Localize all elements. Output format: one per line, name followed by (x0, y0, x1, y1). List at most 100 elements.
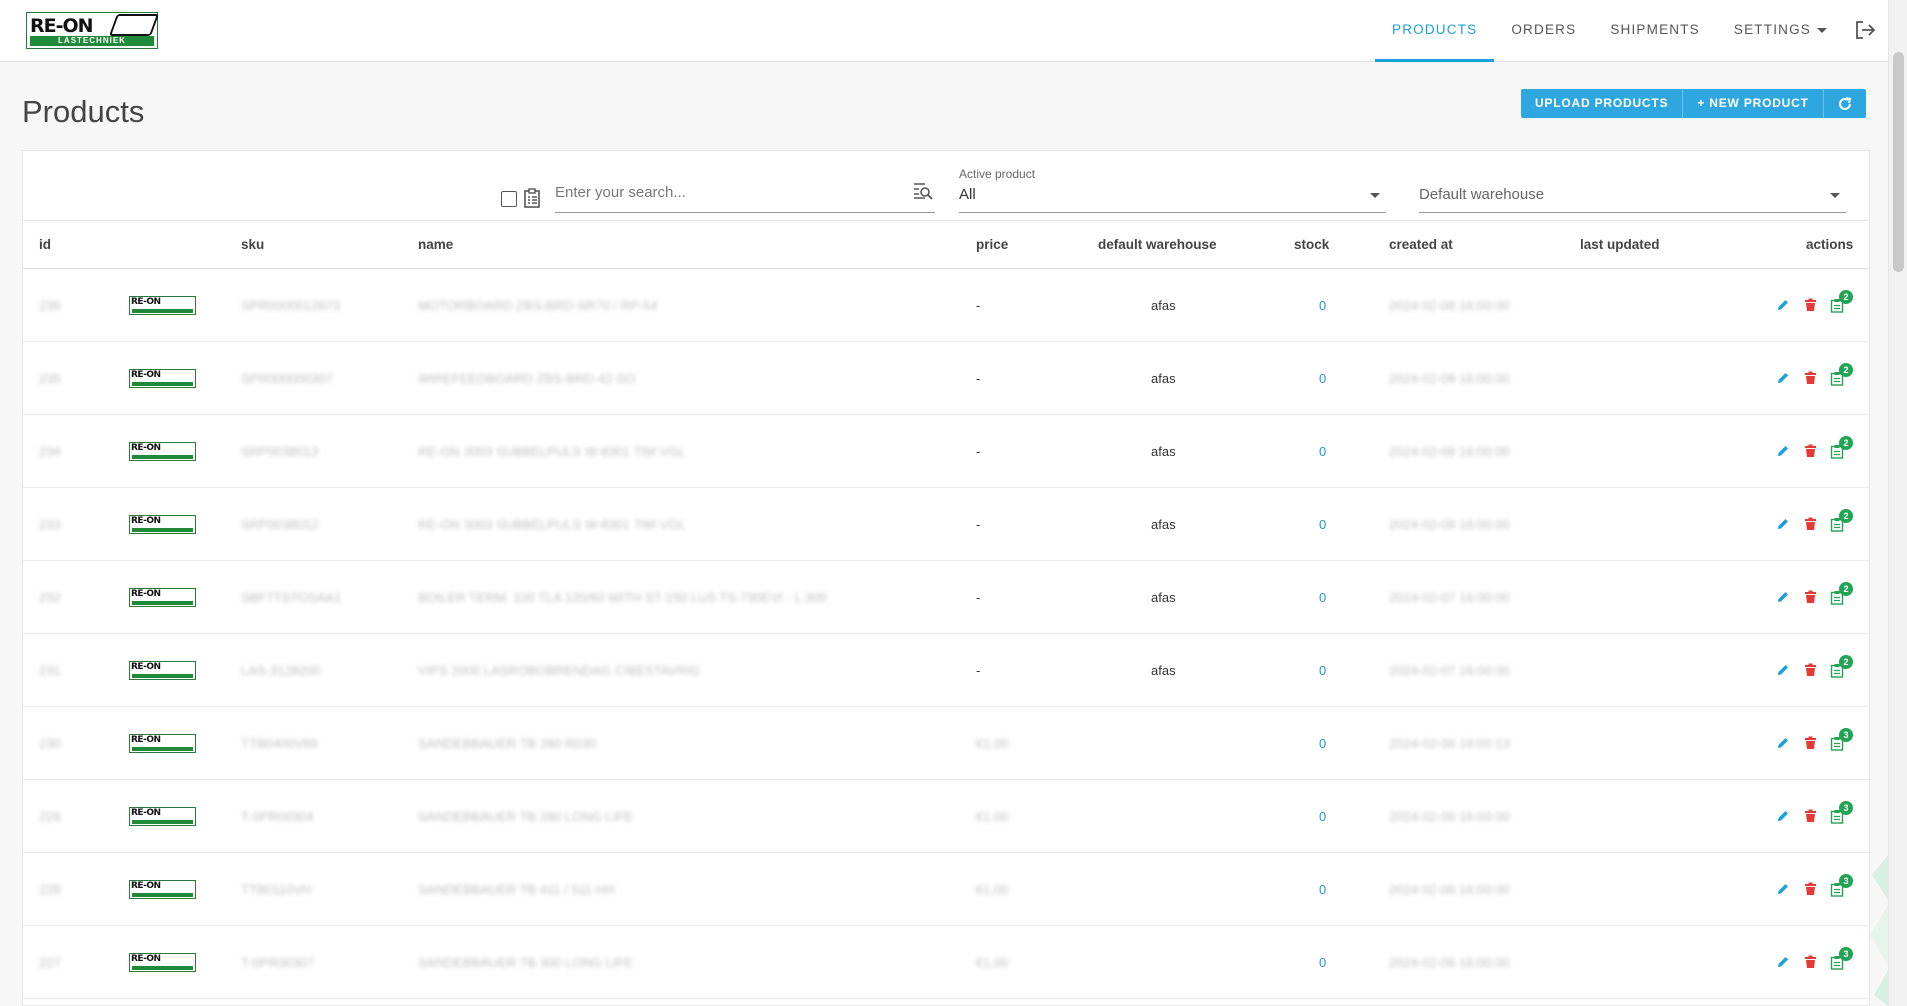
nav-settings-label: SETTINGS (1733, 22, 1811, 37)
cell-stock[interactable]: 0 (1319, 926, 1326, 999)
cell-sku: SPR0000012673 (241, 298, 341, 313)
edit-pencil-icon[interactable] (1776, 371, 1790, 385)
cell-default-warehouse: afas (1151, 663, 1176, 678)
product-thumbnail[interactable]: RE-ON (129, 588, 196, 607)
cell-stock[interactable]: 0 (1319, 780, 1326, 853)
column-header-sku[interactable]: sku (241, 221, 264, 270)
column-header-created-at[interactable]: created at (1389, 221, 1453, 270)
cell-stock[interactable]: 0 (1319, 342, 1326, 415)
cell-stock[interactable]: 0 (1319, 853, 1326, 926)
cell-default-warehouse: afas (1151, 590, 1176, 605)
stock-count-badge: 2 (1839, 290, 1853, 304)
column-header-id[interactable]: id (39, 221, 51, 270)
main-nav: PRODUCTS ORDERS SHIPMENTS SETTINGS (1375, 0, 1844, 62)
cell-stock[interactable]: 0 (1319, 415, 1326, 488)
cell-price: €1,00 (976, 955, 1009, 970)
stock-count-badge: 2 (1839, 436, 1853, 450)
stock-count-badge: 2 (1839, 363, 1853, 377)
new-product-button[interactable]: + NEW PRODUCT (1683, 89, 1824, 118)
table-row[interactable]: 227 RE-ON T-0PR00307 SANDEBBAUER TB 300 LON… (23, 926, 1869, 999)
edit-pencil-icon[interactable] (1776, 444, 1790, 458)
active-product-select[interactable]: Active product All (959, 163, 1386, 213)
edit-pencil-icon[interactable] (1776, 663, 1790, 677)
product-thumbnail[interactable]: RE-ON (129, 369, 196, 388)
nav-shipments[interactable]: SHIPMENTS (1593, 0, 1717, 62)
cell-name: BOILER TERM. 100 TLA 120/80 WITH ST-150 … (418, 590, 827, 605)
cell-name: RE-ON 3003 SUBBELPULS W-8301 TIM VGL (418, 517, 686, 532)
delete-trash-icon[interactable] (1804, 736, 1817, 750)
cell-stock[interactable]: 0 (1319, 269, 1326, 342)
page-scrollbar[interactable] (1888, 0, 1907, 1006)
search-input[interactable] (555, 177, 895, 207)
delete-trash-icon[interactable] (1804, 663, 1817, 677)
edit-pencil-icon[interactable] (1776, 590, 1790, 604)
search-icon[interactable] (913, 182, 933, 200)
cell-stock[interactable]: 0 (1319, 707, 1326, 780)
cell-default-warehouse: afas (1151, 298, 1176, 313)
default-warehouse-placeholder: Default warehouse (1419, 186, 1545, 203)
column-header-price[interactable]: price (976, 221, 1008, 270)
delete-trash-icon[interactable] (1804, 882, 1817, 896)
laser-logo-icon (108, 14, 160, 36)
edit-pencil-icon[interactable] (1776, 809, 1790, 823)
upload-products-button[interactable]: UPLOAD PRODUCTS (1521, 89, 1684, 118)
column-header-stock[interactable]: stock (1294, 221, 1329, 270)
delete-trash-icon[interactable] (1804, 590, 1817, 604)
delete-trash-icon[interactable] (1804, 517, 1817, 531)
edit-pencil-icon[interactable] (1776, 955, 1790, 969)
brand-logo[interactable]: RE-ON LASTECHNIEK (26, 12, 160, 49)
product-thumbnail-bar (132, 820, 193, 824)
logout-icon[interactable] (1854, 20, 1876, 40)
default-warehouse-select[interactable]: Default warehouse (1419, 163, 1846, 213)
edit-pencil-icon[interactable] (1776, 882, 1790, 896)
edit-pencil-icon[interactable] (1776, 736, 1790, 750)
product-thumbnail[interactable]: RE-ON (129, 734, 196, 753)
product-thumbnail[interactable]: RE-ON (129, 953, 196, 972)
delete-trash-icon[interactable] (1804, 371, 1817, 385)
table-row[interactable]: 235 RE-ON SPR000000307 WIREFEEDBOARD ZBS-BR… (23, 342, 1869, 415)
scrollbar-thumb[interactable] (1893, 52, 1904, 272)
nav-orders[interactable]: ORDERS (1494, 0, 1593, 62)
cell-sku: LAS-3128200 (241, 663, 321, 678)
refresh-button[interactable] (1824, 89, 1866, 118)
cell-created-at: 2024-02-06 16:00:00 (1389, 809, 1510, 824)
cell-created-at: 2024-02-07 16:00:00 (1389, 590, 1510, 605)
cell-name: SANDEBBAUER TB 411 / 511 HH (418, 882, 615, 897)
delete-trash-icon[interactable] (1804, 444, 1817, 458)
table-row[interactable]: 232 RE-ON SBF7TSTOSAA1 BOILER TERM. 100 TLA… (23, 561, 1869, 634)
product-thumbnail[interactable]: RE-ON (129, 442, 196, 461)
select-all-checkbox[interactable] (501, 191, 517, 207)
cell-stock[interactable]: 0 (1319, 634, 1326, 707)
product-thumbnail-bar (132, 747, 193, 751)
delete-trash-icon[interactable] (1804, 955, 1817, 969)
product-thumbnail[interactable]: RE-ON (129, 807, 196, 826)
delete-trash-icon[interactable] (1804, 809, 1817, 823)
product-thumbnail[interactable]: RE-ON (129, 515, 196, 534)
table-row[interactable]: 229 RE-ON T-0PR00304 SANDEBBAUER TB 260 LON… (23, 780, 1869, 853)
product-thumbnail-logo-text: RE-ON (131, 662, 161, 672)
column-header-last-updated[interactable]: last updated (1580, 221, 1660, 270)
product-thumbnail[interactable]: RE-ON (129, 661, 196, 680)
table-row[interactable]: 230 RE-ON TTB0400V89 SANDEBBAUER TB 260 R03… (23, 707, 1869, 780)
edit-pencil-icon[interactable] (1776, 517, 1790, 531)
clipboard-list-icon[interactable] (523, 188, 541, 208)
table-row[interactable]: 234 RE-ON SRP0038013 RE-ON 3003 SUBBELPULS … (23, 415, 1869, 488)
cell-id: 228 (39, 882, 61, 897)
column-header-default-warehouse[interactable]: default warehouse (1098, 221, 1217, 270)
cell-stock[interactable]: 0 (1319, 488, 1326, 561)
cell-stock[interactable]: 0 (1319, 561, 1326, 634)
nav-settings[interactable]: SETTINGS (1717, 0, 1844, 62)
edit-pencil-icon[interactable] (1776, 298, 1790, 312)
product-thumbnail[interactable]: RE-ON (129, 880, 196, 899)
delete-trash-icon[interactable] (1804, 298, 1817, 312)
cell-name: SANDEBBAUER TB 260 LONG LIFE (418, 809, 634, 824)
table-row[interactable]: 228 RE-ON TTB0110VH SANDEBBAUER TB 411 / 51… (23, 853, 1869, 926)
nav-products[interactable]: PRODUCTS (1375, 0, 1495, 62)
column-header-name[interactable]: name (418, 221, 453, 270)
table-row[interactable]: 233 RE-ON SRP0038012 RE-ON 3003 SUBBELPULS … (23, 488, 1869, 561)
product-thumbnail-bar (132, 674, 193, 678)
table-row[interactable]: 236 RE-ON SPR0000012673 MOTORBOARD ZBS-BRD-… (23, 269, 1869, 342)
cell-price: €1,00 (976, 809, 1009, 824)
product-thumbnail[interactable]: RE-ON (129, 296, 196, 315)
table-row[interactable]: 231 RE-ON LAS-3128200 VIPS 2000 LASROBOBREN… (23, 634, 1869, 707)
